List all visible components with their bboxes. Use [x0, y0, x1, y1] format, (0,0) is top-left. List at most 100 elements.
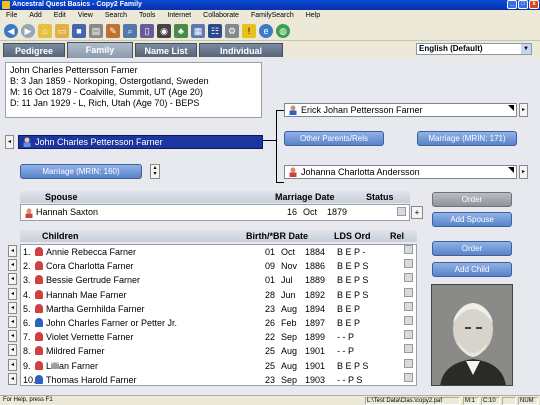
spouse-row[interactable]: Hannah Saxton 16 Oct 1879	[20, 204, 410, 221]
relationship-icon	[404, 259, 413, 269]
child-nav-button[interactable]: ◂	[8, 259, 17, 272]
add-spouse-button[interactable]: Add Spouse	[432, 212, 512, 227]
father-more-button[interactable]: ▸	[519, 103, 528, 117]
book-icon[interactable]: ▯	[140, 23, 154, 38]
gear-icon[interactable]: ⚙	[225, 23, 239, 38]
tab-pedigree[interactable]: Pedigree	[3, 43, 65, 57]
title-bar: Ancestral Quest Basics - Copy2 Family _ …	[0, 0, 540, 10]
language-select[interactable]: English (Default) ▼	[416, 43, 532, 55]
child-row[interactable]: 8. Mildred Farner 25 Aug 1901 - - P	[21, 344, 416, 358]
menu-file[interactable]: File	[6, 10, 17, 21]
pedigree-icon[interactable]: ☷	[208, 23, 222, 38]
tree-icon[interactable]: ♣	[174, 23, 188, 38]
add-spouse-plus-button[interactable]: +	[411, 206, 423, 219]
toolbar: ◀ ▶ ⌂ ▭ ■ ▤ ✎ ⌕ ▯ ◉ ♣ ▦ ☷ ⚙ ! e ◍	[0, 21, 540, 41]
status-c: C:10	[481, 397, 500, 405]
spouse-order-spinner[interactable]: ▴ ▾	[150, 164, 160, 179]
spouse-marriage-button[interactable]: Marriage (MRIN: 160)	[20, 164, 142, 179]
add-child-button[interactable]: Add Child	[432, 262, 512, 277]
warning-icon[interactable]: !	[242, 23, 256, 38]
individual-photo[interactable]	[431, 284, 513, 386]
child-nav-button[interactable]: ◂	[8, 287, 17, 300]
relationship-icon	[404, 330, 413, 340]
tree-connector	[276, 110, 284, 111]
relationship-icon	[404, 372, 413, 382]
child-birth-year: 1884	[305, 247, 326, 257]
child-row[interactable]: 7. Violet Vernette Farner 22 Sep 1899 - - P	[21, 330, 416, 344]
summary-death: D: 11 Jan 1929 - L, Rich, Utah (Age 70) …	[10, 98, 200, 108]
children-header: Children Birth/*BR Date LDS Ord Rel	[20, 230, 417, 242]
other-parents-button[interactable]: Other Parents/Rels	[284, 131, 384, 146]
menu-tools[interactable]: Tools	[139, 10, 155, 21]
child-nav-button[interactable]: ◂	[8, 301, 17, 314]
chart-icon[interactable]: ▦	[191, 23, 205, 38]
child-row[interactable]: 5. Martha Gernhilda Farner 23 Aug 1894 B E P	[21, 301, 416, 316]
child-name: Lillian Farner	[46, 360, 99, 371]
search-icon[interactable]: ⌕	[123, 23, 137, 38]
child-lds-ordinances: B E P S	[337, 360, 369, 371]
child-row[interactable]: 4. Hannah Mae Farner 28 Jun 1892 B E P S	[21, 287, 416, 302]
child-row[interactable]: 3. Bessie Gertrude Farner 01 Jul 1889 B E P S	[21, 273, 416, 287]
chevron-down-icon[interactable]: ▼	[521, 44, 531, 54]
female-person-icon	[35, 259, 45, 273]
child-nav-button[interactable]: ◂	[8, 344, 17, 357]
marriage-date-col-header: Marriage Date	[275, 192, 335, 202]
child-nav-button[interactable]: ◂	[8, 273, 17, 286]
child-row[interactable]: 6. John Charles Farner or Petter Jr. 26 Feb…	[21, 316, 416, 330]
tab-individual[interactable]: Individual	[199, 43, 283, 57]
menu-familysearch[interactable]: FamilySearch	[251, 10, 294, 21]
home-icon[interactable]: ⌂	[38, 23, 52, 38]
primary-nav-button[interactable]: ◂	[5, 135, 14, 149]
child-birth-month: Aug	[281, 303, 298, 314]
status-icon	[397, 207, 406, 216]
menu-search[interactable]: Search	[105, 10, 127, 21]
minimize-button[interactable]: _	[507, 0, 517, 9]
child-row[interactable]: 1. Annie Rebecca Farner 01 Oct 1884 B E P -	[21, 245, 416, 259]
order-spouse-button[interactable]: Order	[432, 192, 512, 207]
child-nav-button[interactable]: ◂	[8, 372, 17, 385]
child-nav-button[interactable]: ◂	[8, 358, 17, 371]
camera-icon[interactable]: ◉	[157, 23, 171, 38]
parents-marriage-button[interactable]: Marriage (MRIN: 171)	[417, 131, 517, 146]
globe-icon[interactable]: ◍	[276, 23, 290, 38]
father-record[interactable]: Erick Johan Pettersson Farner	[284, 103, 517, 117]
corner-marker-icon	[508, 167, 514, 173]
child-row[interactable]: 2. Cora Charlotta Farner 09 Nov 1886 B E P S	[21, 259, 416, 273]
birth-col-header: Birth/*BR Date	[246, 231, 309, 241]
maximize-button[interactable]: □	[518, 0, 528, 9]
child-nav-button[interactable]: ◂	[8, 330, 17, 343]
child-birth-year: 1903	[305, 374, 326, 385]
menu-view[interactable]: View	[78, 10, 93, 21]
child-number: 3.	[23, 275, 31, 286]
back-arrow-icon[interactable]: ◀	[4, 23, 18, 38]
menu-collaborate[interactable]: Collaborate	[203, 10, 239, 21]
menu-add[interactable]: Add	[29, 10, 41, 21]
menu-internet[interactable]: Internet	[167, 10, 191, 21]
tab-name-list[interactable]: Name List	[135, 43, 197, 57]
child-row[interactable]: 10. Thomas Harold Farner 23 Sep 1903 - - P S	[21, 372, 416, 387]
save-icon[interactable]: ■	[72, 23, 86, 38]
summary-name: John Charles Pettersson Farner	[10, 65, 138, 75]
child-row[interactable]: 9. Lillian Farner 25 Aug 1901 B E P S	[21, 358, 416, 373]
tree-connector	[262, 140, 276, 141]
child-lds-ordinances: B E P S	[337, 275, 369, 286]
menu-edit[interactable]: Edit	[54, 10, 66, 21]
child-name: Mildred Farner	[46, 346, 105, 357]
child-nav-button[interactable]: ◂	[8, 245, 17, 257]
close-button[interactable]: x	[529, 0, 539, 9]
folder-open-icon[interactable]: ▭	[55, 23, 69, 38]
status-path: L:\Test Data\Clas.\copy2.paf	[365, 397, 460, 405]
mother-more-button[interactable]: ▸	[519, 165, 528, 179]
child-birth-month: Feb	[281, 318, 297, 328]
menu-help[interactable]: Help	[306, 10, 320, 21]
internet-icon[interactable]: e	[259, 23, 273, 38]
print-icon[interactable]: ▤	[89, 23, 103, 38]
individual-summary: John Charles Pettersson Farner B: 3 Jan …	[5, 62, 262, 118]
mother-record[interactable]: Johanna Charlotta Andersson	[284, 165, 517, 179]
primary-individual-record[interactable]: John Charles Pettersson Farner	[18, 135, 263, 149]
edit-icon[interactable]: ✎	[106, 23, 120, 38]
tab-family[interactable]: Family	[67, 42, 133, 58]
forward-arrow-icon[interactable]: ▶	[21, 23, 35, 38]
child-nav-button[interactable]: ◂	[8, 316, 17, 328]
order-children-button[interactable]: Order	[432, 241, 512, 256]
